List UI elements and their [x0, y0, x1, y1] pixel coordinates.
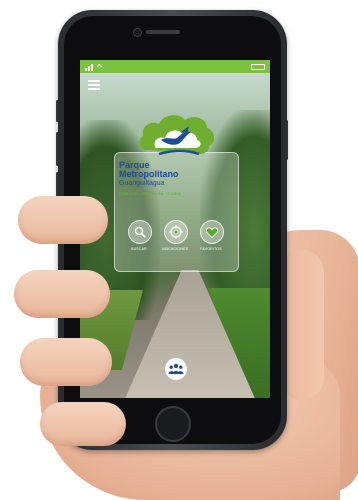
people-group-icon — [168, 363, 184, 374]
locations-label: UBICACIONES — [161, 247, 189, 251]
location-target-icon — [169, 225, 183, 239]
brand-line2: Metropolitano — [119, 169, 179, 179]
locations-button[interactable] — [164, 220, 188, 244]
hamburger-menu-icon[interactable] — [88, 80, 100, 90]
hand-finger-index — [18, 196, 108, 244]
hand-finger-ring — [20, 338, 112, 386]
phone-camera — [133, 28, 142, 37]
status-left — [85, 63, 102, 71]
hand-finger-pinky — [40, 402, 126, 446]
community-button[interactable] — [165, 358, 187, 380]
app-screen: Parque Metropolitano Guanguiltagua CONOC… — [80, 60, 270, 398]
search-button[interactable] — [128, 220, 152, 244]
heart-icon — [206, 226, 218, 238]
favorites-label: FAVORITOS — [200, 247, 222, 251]
hand-finger-middle — [14, 270, 110, 318]
battery-icon — [251, 63, 265, 70]
search-icon — [134, 226, 146, 238]
home-button[interactable] — [155, 406, 191, 442]
park-logo-icon — [139, 115, 215, 156]
phone-speaker — [146, 30, 180, 34]
brand-title: Parque Metropolitano Guanguiltagua CONOC… — [119, 161, 239, 198]
brand-line3: Guanguiltagua — [119, 180, 165, 187]
search-label: BUSCAR — [131, 247, 147, 251]
status-bar — [80, 60, 270, 73]
signal-icon — [85, 63, 93, 71]
wifi-icon — [97, 63, 102, 67]
favorites-button[interactable] — [200, 220, 224, 244]
brand-tagline: CONOCE · DISFRUTA · CUIDA — [119, 191, 182, 196]
